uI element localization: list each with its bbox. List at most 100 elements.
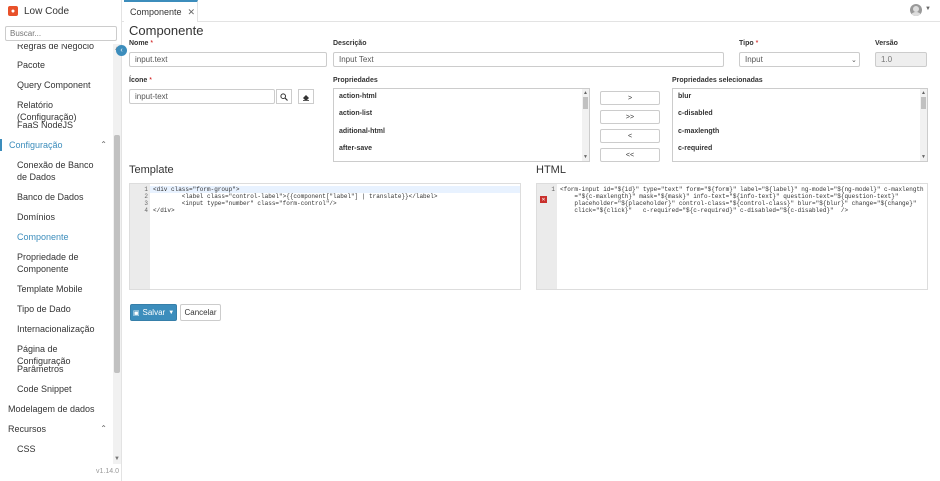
propriedades-label: Propriedades [333,77,378,84]
code-line: <div class="form-group"> [153,186,240,193]
chevron-left-icon[interactable]: ‹ [116,45,127,56]
tipo-label-text: Tipo [739,40,754,47]
sidebar-item-faas-nodejs[interactable]: FaaS NodeJS [0,119,113,131]
selecionadas-list[interactable]: blur c-disabled c-maxlength c-required ▲… [672,88,928,162]
line-number: 1 [551,186,555,193]
save-button[interactable]: ▣ Salvar ▼ [130,304,177,321]
propriedades-list[interactable]: action-html action-list aditional-html a… [333,88,590,162]
sidebar-item-regras[interactable]: Regras de Negócio [0,44,113,52]
sidebar-item-code-snippet[interactable]: Code Snippet [0,383,113,395]
move-left-button[interactable]: < [600,129,660,143]
code-line: <form-input id="${id}" type="text" form=… [560,186,924,193]
tipo-select[interactable]: Input [739,52,860,67]
line-number: 1 [144,186,148,193]
save-icon: ▣ [132,309,140,317]
sidebar-item-pacote[interactable]: Pacote [0,59,113,71]
sidebar-item-modelagem[interactable]: Modelagem de dados [0,403,113,415]
sidebar: ● Low Code Regras de Negócio Pacote Quer… [0,0,122,481]
list-scroll-thumb[interactable] [583,97,588,109]
app-name: Low Code [24,5,70,17]
scroll-down-icon[interactable]: ▼ [114,456,120,462]
line-number: 4 [144,207,148,214]
sidebar-item-template-mobile[interactable]: Template Mobile [0,283,113,295]
nome-label: Nome * [129,40,153,47]
html-editor[interactable]: 1 ✕ <form-input id="${id}" type="text" f… [536,183,928,290]
code-line: click="${click}" c-required="${c-require… [560,207,849,214]
icone-label-text: Ícone [129,77,148,84]
move-all-left-button[interactable]: << [600,148,660,162]
sidebar-section-recursos[interactable]: Recursos ⌃ [0,423,113,435]
caret-down-icon: ▼ [168,309,175,316]
sidebar-section-label: Recursos [8,424,47,434]
list-item[interactable]: aditional-html [339,128,385,135]
descricao-input[interactable] [333,52,724,67]
tab-componente[interactable]: Componente ✕ [124,0,198,22]
tab-label: Componente [130,7,182,17]
code-line: <label class="control-label">{{component… [153,193,438,200]
user-avatar-icon[interactable] [910,4,922,16]
tipo-label: Tipo * [739,40,758,47]
sidebar-menu: Regras de Negócio Pacote Query Component… [0,44,113,464]
chevron-up-icon: ⌃ [100,424,107,433]
scroll-down-icon[interactable]: ▼ [921,154,926,160]
required-mark: * [149,77,152,84]
list-item[interactable]: action-list [339,110,372,117]
icone-label: Ícone * [129,77,152,84]
nome-label-text: Nome [129,40,149,47]
sidebar-item-banco-dados[interactable]: Banco de Dados [0,191,113,203]
search-input[interactable] [5,26,117,41]
scroll-up-icon[interactable]: ▲ [583,90,588,96]
scroll-down-icon[interactable]: ▼ [583,154,588,160]
code-line: <input type="number" class="form-control… [153,200,337,207]
chevron-down-icon: ⌄ [851,57,857,64]
sidebar-item-parametros[interactable]: Parâmetros [0,363,113,375]
list-item[interactable]: blur [678,93,691,100]
sidebar-item-conexao[interactable]: Conexão de Banco de Dados [0,159,113,183]
required-mark: * [150,40,154,47]
code-line: ="${c-maxlength}" mask="${mask}" info-te… [560,193,899,200]
sidebar-item-propriedade-componente[interactable]: Propriedade de Componente [0,251,113,275]
line-number: 3 [144,200,148,207]
sidebar-item-tipo-dado[interactable]: Tipo de Dado [0,303,113,315]
list-item[interactable]: action-html [339,93,377,100]
sidebar-item-query-component[interactable]: Query Component [0,79,113,91]
save-label: Salvar [142,308,166,317]
sidebar-scroll-thumb[interactable] [114,135,120,373]
nome-input[interactable] [129,52,327,67]
page-title: Componente [129,23,204,38]
line-number: 2 [144,193,148,200]
required-mark: * [755,40,759,47]
search-icon[interactable] [276,89,292,104]
tab-bar: Componente ✕ ▼ [122,0,940,22]
sidebar-item-css[interactable]: CSS [0,443,113,455]
list-item[interactable]: c-maxlength [678,128,719,135]
tipo-value: Input [745,55,763,64]
caret-down-icon[interactable]: ▼ [925,6,931,12]
code-line: placeholder="${placeholder}" control-cla… [560,200,917,207]
error-icon[interactable]: ✕ [540,196,547,203]
code-line: </div> [153,207,175,214]
move-right-button[interactable]: > [600,91,660,105]
template-editor[interactable]: 1 2 3 4 <div class="form-group"> <label … [129,183,521,290]
sidebar-section-label: Configuração [9,140,63,150]
list-scroll-thumb[interactable] [921,97,926,109]
template-title: Template [129,164,174,176]
scroll-up-icon[interactable]: ▲ [921,90,926,96]
cancel-button[interactable]: Cancelar [180,304,221,321]
list-item[interactable]: after-save [339,145,372,152]
sidebar-section-configuracao[interactable]: Configuração ⌃ [0,139,113,151]
sidebar-item-componente[interactable]: Componente [0,231,113,243]
sidebar-item-internacionalizacao[interactable]: Internacionalização [0,323,113,335]
list-item[interactable]: c-disabled [678,110,713,117]
descricao-label: Descrição [333,40,367,47]
sidebar-item-dominios[interactable]: Domínios [0,211,113,223]
list-item[interactable]: c-required [678,145,712,152]
html-title: HTML [536,164,566,176]
versao-label: Versão [875,40,898,47]
close-icon[interactable]: ✕ [188,7,196,18]
brand[interactable]: ● Low Code [0,0,121,22]
move-all-right-button[interactable]: >> [600,110,660,124]
icone-input[interactable] [129,89,275,104]
eraser-icon[interactable] [298,89,314,104]
chevron-up-icon: ⌃ [100,140,107,149]
